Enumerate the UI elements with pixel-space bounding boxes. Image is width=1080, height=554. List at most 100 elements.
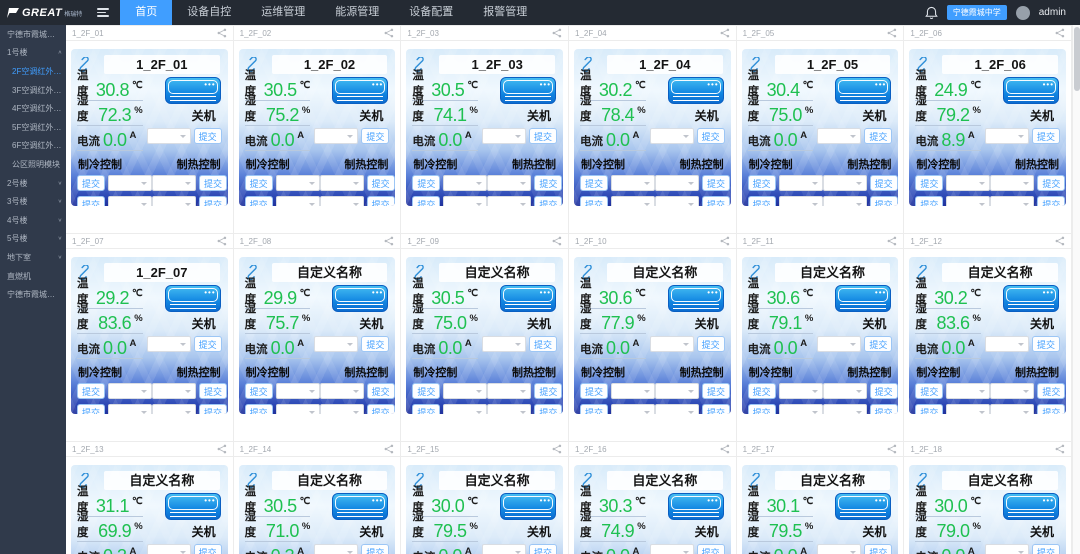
share-icon[interactable]	[384, 236, 394, 246]
heating-submit-button[interactable]: 提交	[199, 175, 227, 191]
cooling-select[interactable]	[946, 404, 990, 414]
cooling-select[interactable]	[108, 404, 152, 414]
share-icon[interactable]	[552, 28, 562, 38]
heating-select[interactable]	[152, 404, 196, 414]
sidebar-item-5[interactable]: 5F空调红外控...	[0, 118, 66, 137]
cooling-submit-button[interactable]: 提交	[77, 175, 105, 191]
current-submit-button[interactable]: 提交	[697, 336, 725, 352]
heating-submit-button[interactable]: 提交	[534, 383, 562, 399]
heating-submit-button[interactable]: 提交	[870, 383, 898, 399]
cooling-select[interactable]	[276, 404, 320, 414]
heating-select[interactable]	[823, 404, 867, 414]
cooling-select[interactable]	[946, 383, 990, 399]
heating-select[interactable]	[152, 175, 196, 191]
heating-submit-button[interactable]: 提交	[367, 383, 395, 399]
share-icon[interactable]	[217, 236, 227, 246]
current-select[interactable]	[314, 336, 358, 352]
current-select[interactable]	[817, 544, 861, 554]
heating-select[interactable]	[487, 175, 531, 191]
heating-submit-button[interactable]: 提交	[1037, 383, 1065, 399]
heating-submit-button[interactable]: 提交	[870, 175, 898, 191]
avatar[interactable]	[1016, 6, 1030, 20]
cooling-submit-button[interactable]: 提交	[748, 196, 776, 206]
current-select[interactable]	[147, 336, 191, 352]
heating-select[interactable]	[320, 383, 364, 399]
cooling-select[interactable]	[779, 196, 823, 206]
site-badge[interactable]: 宁德霞城中学	[947, 5, 1007, 20]
heating-submit-button[interactable]: 提交	[1037, 196, 1065, 206]
share-icon[interactable]	[384, 28, 394, 38]
cooling-submit-button[interactable]: 提交	[915, 196, 943, 206]
heating-submit-button[interactable]: 提交	[534, 175, 562, 191]
share-icon[interactable]	[217, 28, 227, 38]
heating-select[interactable]	[152, 383, 196, 399]
current-select[interactable]	[482, 544, 526, 554]
heating-submit-button[interactable]: 提交	[367, 404, 395, 414]
sidebar-item-8[interactable]: 2号楼∨	[0, 174, 66, 193]
menu-collapse-icon[interactable]	[90, 0, 116, 25]
cooling-select[interactable]	[443, 196, 487, 206]
cooling-submit-button[interactable]: 提交	[412, 404, 440, 414]
heating-select[interactable]	[990, 383, 1034, 399]
heating-submit-button[interactable]: 提交	[367, 175, 395, 191]
heating-submit-button[interactable]: 提交	[702, 175, 730, 191]
heating-select[interactable]	[823, 196, 867, 206]
sidebar-item-14[interactable]: 宁德市霞城中学...	[0, 285, 66, 304]
nav-tab-1[interactable]: 设备自控	[172, 0, 246, 25]
cooling-submit-button[interactable]: 提交	[245, 196, 273, 206]
cooling-select[interactable]	[108, 383, 152, 399]
heating-select[interactable]	[823, 383, 867, 399]
heating-submit-button[interactable]: 提交	[702, 404, 730, 414]
cooling-submit-button[interactable]: 提交	[580, 383, 608, 399]
cooling-submit-button[interactable]: 提交	[580, 175, 608, 191]
share-icon[interactable]	[1055, 444, 1065, 454]
nav-tab-4[interactable]: 设备配置	[394, 0, 468, 25]
heating-submit-button[interactable]: 提交	[870, 404, 898, 414]
cooling-select[interactable]	[611, 404, 655, 414]
current-submit-button[interactable]: 提交	[864, 336, 892, 352]
share-icon[interactable]	[552, 444, 562, 454]
current-submit-button[interactable]: 提交	[361, 128, 389, 144]
sidebar-item-12[interactable]: 地下室∨	[0, 248, 66, 267]
sidebar-item-6[interactable]: 6F空调红外控...	[0, 137, 66, 156]
cooling-select[interactable]	[611, 196, 655, 206]
share-icon[interactable]	[887, 236, 897, 246]
cooling-submit-button[interactable]: 提交	[748, 175, 776, 191]
heating-select[interactable]	[990, 175, 1034, 191]
cooling-select[interactable]	[443, 383, 487, 399]
cooling-submit-button[interactable]: 提交	[245, 175, 273, 191]
heating-select[interactable]	[487, 196, 531, 206]
sidebar-item-0[interactable]: 宁德市霞城中学楼...	[0, 25, 66, 44]
share-icon[interactable]	[720, 28, 730, 38]
cooling-submit-button[interactable]: 提交	[915, 404, 943, 414]
heating-submit-button[interactable]: 提交	[367, 196, 395, 206]
sidebar-item-1[interactable]: 1号楼∧	[0, 44, 66, 63]
cooling-submit-button[interactable]: 提交	[77, 383, 105, 399]
current-submit-button[interactable]: 提交	[194, 544, 222, 554]
current-select[interactable]	[985, 336, 1029, 352]
current-select[interactable]	[650, 128, 694, 144]
current-select[interactable]	[650, 336, 694, 352]
current-select[interactable]	[817, 128, 861, 144]
current-select[interactable]	[147, 128, 191, 144]
current-submit-button[interactable]: 提交	[697, 544, 725, 554]
heating-select[interactable]	[655, 175, 699, 191]
nav-tab-2[interactable]: 运维管理	[246, 0, 320, 25]
cooling-select[interactable]	[946, 196, 990, 206]
heating-select[interactable]	[320, 175, 364, 191]
cooling-select[interactable]	[946, 175, 990, 191]
cooling-select[interactable]	[443, 175, 487, 191]
heating-submit-button[interactable]: 提交	[702, 196, 730, 206]
cooling-submit-button[interactable]: 提交	[748, 383, 776, 399]
heating-submit-button[interactable]: 提交	[1037, 175, 1065, 191]
current-select[interactable]	[985, 544, 1029, 554]
heating-select[interactable]	[152, 196, 196, 206]
cooling-select[interactable]	[276, 175, 320, 191]
current-submit-button[interactable]: 提交	[1032, 128, 1060, 144]
current-submit-button[interactable]: 提交	[864, 128, 892, 144]
heating-select[interactable]	[990, 196, 1034, 206]
share-icon[interactable]	[887, 28, 897, 38]
sidebar-item-13[interactable]: 直燃机	[0, 267, 66, 286]
current-submit-button[interactable]: 提交	[529, 128, 557, 144]
heating-submit-button[interactable]: 提交	[702, 383, 730, 399]
